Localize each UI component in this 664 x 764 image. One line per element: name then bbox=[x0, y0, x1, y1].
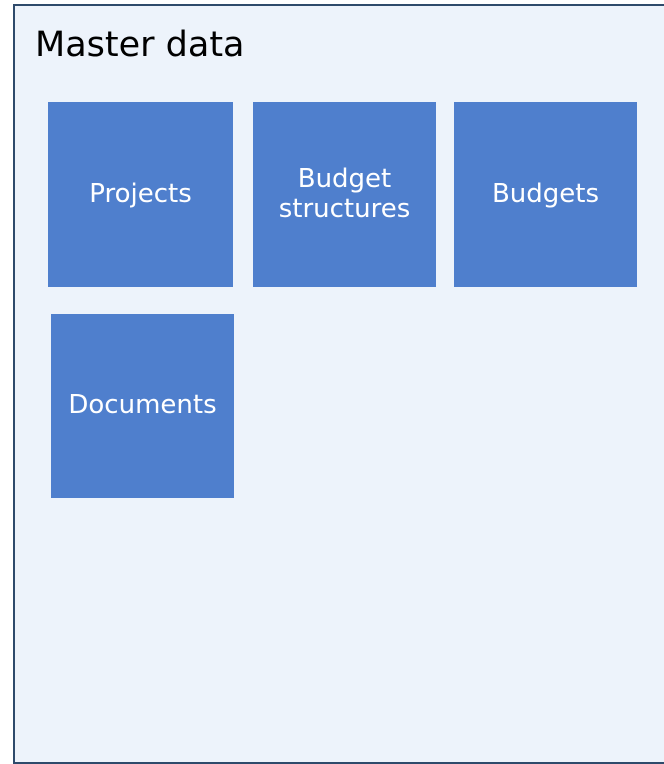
documents-tile[interactable]: Documents bbox=[51, 314, 234, 498]
budgets-tile-label: Budgets bbox=[491, 178, 600, 209]
panel-title: Master data bbox=[35, 25, 245, 65]
documents-tile-label: Documents bbox=[68, 390, 217, 421]
projects-tile[interactable]: Projects bbox=[48, 102, 233, 287]
budget-structures-tile-label: Budget structures bbox=[278, 163, 411, 224]
master-data-panel: Master data Projects Budget structures B… bbox=[13, 4, 664, 764]
projects-tile-label: Projects bbox=[89, 178, 192, 209]
budgets-tile[interactable]: Budgets bbox=[454, 102, 637, 287]
budget-structures-tile[interactable]: Budget structures bbox=[253, 102, 436, 287]
